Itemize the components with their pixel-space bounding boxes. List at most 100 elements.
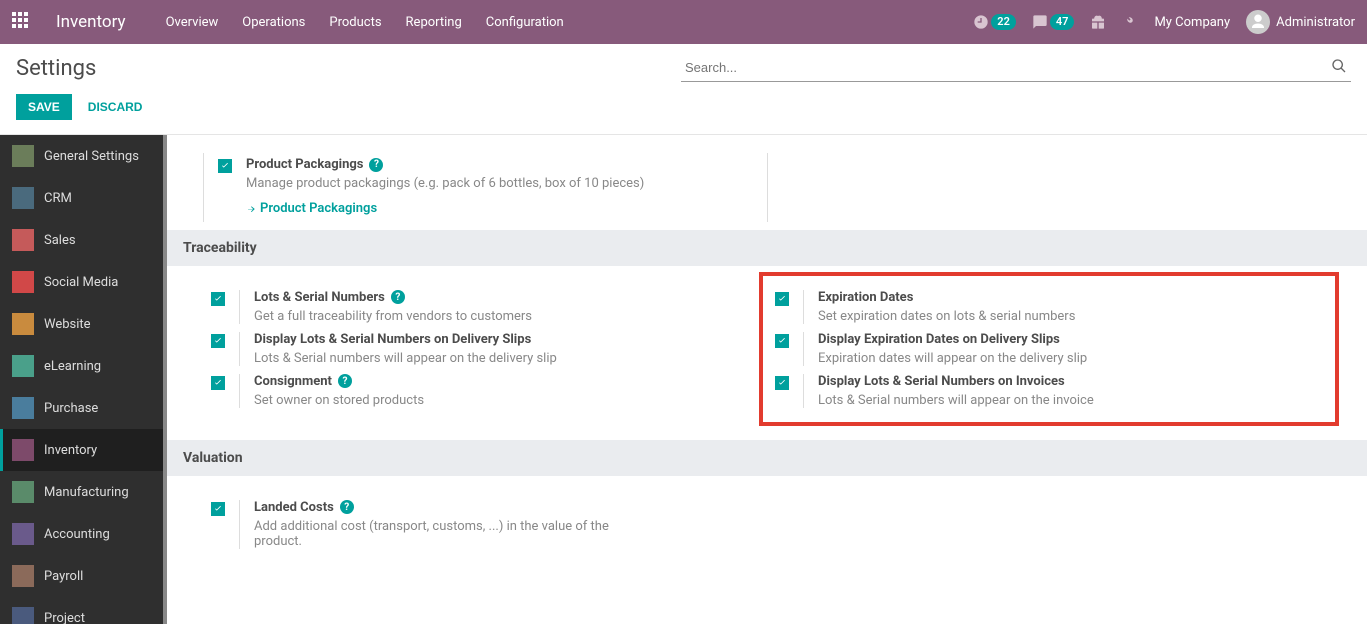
sidebar: General Settings CRM Sales Social Media Webs… xyxy=(0,135,167,624)
clock-icon xyxy=(973,14,989,30)
checkbox-lots[interactable] xyxy=(211,292,225,306)
section-valuation: Valuation xyxy=(167,440,1367,476)
sidebar-item-social-media[interactable]: Social Media xyxy=(0,261,163,303)
setting-desc: Set expiration dates on lots & serial nu… xyxy=(818,309,1323,324)
sidebar-item-payroll[interactable]: Payroll xyxy=(0,555,163,597)
setting-title: Expiration Dates xyxy=(818,290,913,305)
nav-operations[interactable]: Operations xyxy=(242,15,305,30)
setting-desc: Expiration dates will appear on the deli… xyxy=(818,351,1323,366)
brand-title: Inventory xyxy=(56,12,126,32)
sidebar-item-manufacturing[interactable]: Manufacturing xyxy=(0,471,163,513)
gift-icon[interactable] xyxy=(1090,14,1106,30)
sidebar-item-general-settings[interactable]: General Settings xyxy=(0,135,163,177)
help-icon[interactable]: ? xyxy=(340,500,354,514)
setting-empty xyxy=(767,496,1331,553)
search-box[interactable] xyxy=(681,54,1351,82)
sidebar-item-label: Project xyxy=(44,611,85,624)
setting-desc: Get a full traceability from vendors to … xyxy=(254,309,759,324)
sidebar-item-purchase[interactable]: Purchase xyxy=(0,387,163,429)
sidebar-item-label: Accounting xyxy=(44,527,110,542)
nav-configuration[interactable]: Configuration xyxy=(486,15,564,30)
activity-button[interactable]: 22 xyxy=(973,14,1016,30)
setting-desc: Set owner on stored products xyxy=(254,393,759,408)
sidebar-item-label: Inventory xyxy=(44,443,97,458)
help-icon[interactable]: ? xyxy=(338,374,352,388)
nav-overview[interactable]: Overview xyxy=(166,15,219,30)
control-panel: Settings SAVE DISCARD xyxy=(0,44,1367,135)
setting-title: Display Lots & Serial Numbers on Invoice… xyxy=(818,374,1065,389)
setting-title: Display Expiration Dates on Delivery Sli… xyxy=(818,332,1060,347)
user-name: Administrator xyxy=(1276,15,1355,30)
ic-payroll-icon xyxy=(12,565,34,587)
messages-button[interactable]: 47 xyxy=(1032,14,1075,30)
sidebar-item-project[interactable]: Project xyxy=(0,597,163,624)
checkbox-expiration[interactable] xyxy=(775,292,789,306)
apps-icon[interactable] xyxy=(12,12,32,32)
messages-count: 47 xyxy=(1050,14,1075,30)
sidebar-item-label: Payroll xyxy=(44,569,83,584)
ic-gear-icon xyxy=(12,145,34,167)
nav-reporting[interactable]: Reporting xyxy=(406,15,462,30)
ic-mfg-icon xyxy=(12,481,34,503)
link-product-packagings[interactable]: Product Packagings xyxy=(246,201,377,216)
section-traceability: Traceability xyxy=(167,230,1367,266)
checkbox-delivery-lots[interactable] xyxy=(211,334,225,348)
setting-desc: Lots & Serial numbers will appear on the… xyxy=(254,351,759,366)
company-name[interactable]: My Company xyxy=(1154,15,1230,30)
checkbox-landed-costs[interactable] xyxy=(211,502,225,516)
setting-title: Product Packagings xyxy=(246,157,363,172)
checkbox-product-packagings[interactable] xyxy=(218,159,232,173)
sidebar-item-website[interactable]: Website xyxy=(0,303,163,345)
settings-main[interactable]: Product Packagings? Manage product packa… xyxy=(167,135,1367,624)
sidebar-item-elearning[interactable]: eLearning xyxy=(0,345,163,387)
setting-delivery-expiration: Display Expiration Dates on Delivery Sli… xyxy=(767,328,1331,370)
sidebar-item-inventory[interactable]: Inventory xyxy=(0,429,163,471)
help-icon[interactable]: ? xyxy=(369,158,383,172)
page-title: Settings xyxy=(16,56,96,81)
setting-empty xyxy=(767,153,1331,222)
setting-title: Lots & Serial Numbers xyxy=(254,290,385,305)
save-button[interactable]: SAVE xyxy=(16,94,72,120)
ic-social-icon xyxy=(12,271,34,293)
ic-project-icon xyxy=(12,607,34,624)
setting-landed-costs: Landed Costs? Add additional cost (trans… xyxy=(203,496,767,553)
help-icon[interactable]: ? xyxy=(391,290,405,304)
setting-title: Display Lots & Serial Numbers on Deliver… xyxy=(254,332,531,347)
discard-button[interactable]: DISCARD xyxy=(88,100,143,114)
sidebar-item-accounting[interactable]: Accounting xyxy=(0,513,163,555)
checkbox-invoice-lots[interactable] xyxy=(775,376,789,390)
ic-sales-icon xyxy=(12,229,34,251)
setting-title: Consignment xyxy=(254,374,332,389)
main-nav: Overview Operations Products Reporting C… xyxy=(166,15,564,30)
setting-invoice-lots: Display Lots & Serial Numbers on Invoice… xyxy=(767,370,1331,412)
setting-title: Landed Costs xyxy=(254,500,334,515)
setting-desc: Lots & Serial numbers will appear on the… xyxy=(818,393,1323,408)
ic-acct-icon xyxy=(12,523,34,545)
avatar-icon xyxy=(1246,10,1270,34)
ic-web-icon xyxy=(12,313,34,335)
search-icon xyxy=(1331,58,1347,74)
ic-elearn-icon xyxy=(12,355,34,377)
activity-count: 22 xyxy=(991,14,1016,30)
nav-products[interactable]: Products xyxy=(329,15,381,30)
ic-purchase-icon xyxy=(12,397,34,419)
sidebar-item-label: Purchase xyxy=(44,401,98,416)
setting-delivery-lots: Display Lots & Serial Numbers on Deliver… xyxy=(203,328,767,370)
topbar: Inventory Overview Operations Products R… xyxy=(0,0,1367,44)
ic-crm-icon xyxy=(12,187,34,209)
setting-product-packagings: Product Packagings? Manage product packa… xyxy=(203,153,767,222)
sidebar-item-label: CRM xyxy=(44,191,72,206)
setting-desc: Add additional cost (transport, customs,… xyxy=(254,519,614,549)
sidebar-item-sales[interactable]: Sales xyxy=(0,219,163,261)
search-input[interactable] xyxy=(681,54,1351,81)
sidebar-item-label: Social Media xyxy=(44,275,118,290)
sidebar-item-crm[interactable]: CRM xyxy=(0,177,163,219)
sidebar-item-label: Website xyxy=(44,317,91,332)
user-menu[interactable]: Administrator xyxy=(1246,10,1355,34)
tools-icon[interactable] xyxy=(1122,14,1138,30)
checkbox-delivery-expiration[interactable] xyxy=(775,334,789,348)
sidebar-item-label: General Settings xyxy=(44,149,139,164)
sidebar-item-label: eLearning xyxy=(44,359,101,374)
setting-desc: Manage product packagings (e.g. pack of … xyxy=(246,176,759,191)
checkbox-consignment[interactable] xyxy=(211,376,225,390)
